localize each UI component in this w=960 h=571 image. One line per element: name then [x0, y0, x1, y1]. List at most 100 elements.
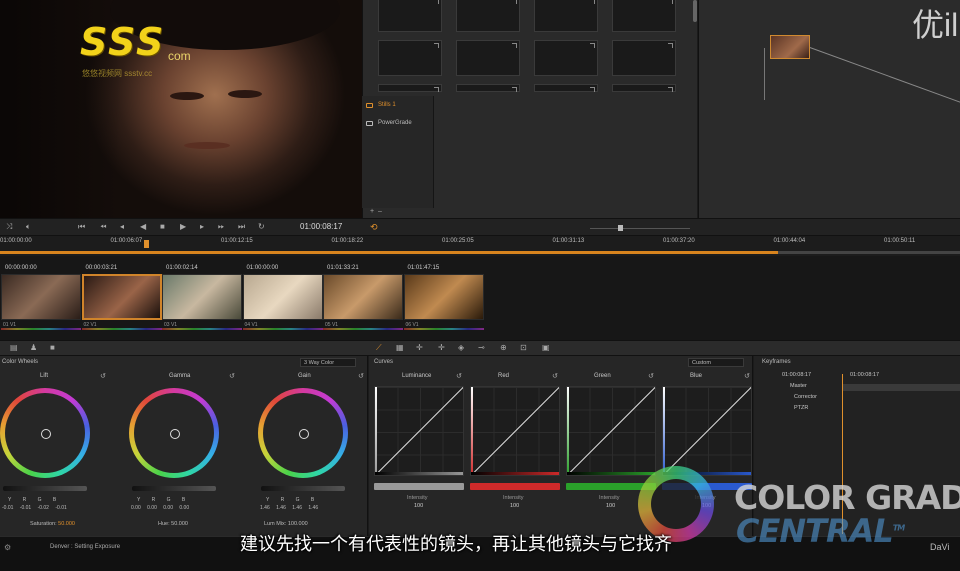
saturation-readout[interactable]: Saturation: 50.000	[30, 521, 75, 527]
save-icon[interactable]: ▤	[10, 343, 18, 352]
user-icon[interactable]: ♟	[30, 343, 37, 352]
sizing-icon[interactable]: ⊕	[500, 343, 507, 352]
gallery-still[interactable]	[534, 40, 598, 76]
watermark-logo: SSS	[80, 20, 166, 64]
gallery-still[interactable]	[456, 84, 520, 92]
curves-mode-dropdown[interactable]: Custom	[688, 358, 744, 367]
clip-timecode: 01:00:02:14	[166, 265, 198, 271]
qualifier-icon[interactable]: ▦	[396, 343, 404, 352]
gallery-zoom-knob[interactable]	[618, 225, 623, 231]
curve-graph-luminance[interactable]	[374, 386, 464, 476]
gallery-scrollbar[interactable]	[693, 0, 697, 22]
curve-reset-icon[interactable]: ↺	[648, 372, 654, 380]
lum-mix-value: 100.000	[287, 521, 308, 527]
curves-tool-icon[interactable]: ⟋	[376, 343, 382, 353]
wheel-channel-labels: Y R G B	[8, 497, 62, 503]
curve-reset-icon[interactable]: ↺	[744, 372, 750, 380]
color-wheel-gain[interactable]	[258, 388, 348, 478]
blur-icon[interactable]: ◈	[458, 343, 464, 352]
gallery-still[interactable]	[612, 0, 676, 32]
color-wheel-gamma[interactable]	[129, 388, 219, 478]
gallery-still[interactable]	[378, 84, 442, 92]
wheel-channel-values: 1.46 1.46 1.46 1.46	[260, 505, 319, 511]
ruler-tick-label: 01:00:31:13	[552, 238, 585, 244]
next-frame-icon[interactable]: ⏩︎	[218, 222, 224, 232]
clip-thumbnail[interactable]	[162, 274, 242, 320]
wheel-reset-icon[interactable]: ↺	[358, 372, 364, 380]
node-01[interactable]	[770, 35, 810, 59]
wheels-mode-dropdown[interactable]: 3 Way Color	[300, 358, 356, 367]
wheel-reset-icon[interactable]: ↺	[229, 372, 235, 380]
keyframe-icon[interactable]: ▣	[542, 343, 550, 352]
loop-icon[interactable]: ⤨	[6, 222, 12, 232]
keyframes-row-corrector[interactable]: Corrector	[794, 394, 817, 400]
window-icon[interactable]: ✛	[416, 343, 423, 352]
clip-thumbnail[interactable]	[81, 274, 162, 320]
gallery-zoom-slider[interactable]	[590, 228, 690, 229]
gallery-still[interactable]	[612, 40, 676, 76]
step-forward-icon[interactable]: ▸	[200, 222, 204, 231]
curve-graph-blue[interactable]	[662, 386, 752, 476]
curve-line	[375, 387, 463, 475]
gallery-still[interactable]	[534, 84, 598, 92]
prev-frame-icon[interactable]: ⏪︎	[100, 222, 106, 232]
curve-reset-icon[interactable]: ↺	[552, 372, 558, 380]
intensity-label: Intensity	[503, 495, 524, 501]
gallery-toggle-icon[interactable]: ⟲	[370, 222, 378, 233]
gallery-still[interactable]	[378, 40, 442, 76]
album-powergrade[interactable]: PowerGrade	[366, 120, 412, 126]
reverse-icon[interactable]: ◀︎	[140, 222, 146, 231]
intensity-slider-red[interactable]	[470, 483, 560, 490]
ruler-tick-label: 01:00:44:04	[773, 238, 806, 244]
clip-thumbnail[interactable]	[242, 274, 323, 320]
keyframes-row-master[interactable]: Master	[790, 383, 807, 389]
playhead[interactable]	[144, 240, 149, 248]
tracker-icon[interactable]: ✛	[438, 343, 445, 352]
keyframes-timecode-right: 01:00:08:17	[850, 372, 880, 378]
curve-axis-gradient	[471, 387, 473, 475]
skip-start-icon[interactable]: ⏮︎	[78, 222, 85, 232]
clip-thumbnail[interactable]	[1, 274, 81, 320]
intensity-label: Intensity	[407, 495, 428, 501]
settings-icon[interactable]: ⚙	[4, 543, 11, 552]
gallery-still[interactable]	[612, 84, 676, 92]
wheel-master-slider[interactable]	[132, 486, 216, 491]
gallery-still[interactable]	[534, 0, 598, 32]
timeline-progress-rest[interactable]	[777, 251, 960, 254]
lum-mix-readout[interactable]: Lum Mix: 100.000	[264, 521, 308, 527]
intensity-slider-luminance[interactable]	[374, 483, 464, 490]
play-icon[interactable]: ▶︎	[180, 222, 186, 231]
watermark-logo-sub: 悠悠视频网 ssstv.cc	[82, 69, 153, 78]
gallery-still[interactable]	[456, 0, 520, 32]
clip-color-bar	[403, 328, 484, 330]
add-album-icon[interactable]: + –	[370, 208, 382, 215]
wheel-master-slider[interactable]	[3, 486, 87, 491]
curve-graph-green[interactable]	[566, 386, 656, 476]
clip-thumbnail[interactable]	[403, 274, 484, 320]
timeline-progress[interactable]	[0, 251, 778, 254]
gallery-still[interactable]	[456, 40, 520, 76]
audio-icon[interactable]: 🔈︎	[26, 222, 31, 232]
keyframes-row-ptzr[interactable]: PTZR	[794, 405, 808, 411]
wheel-channel-values: 0.00 0.00 0.00 0.00	[131, 505, 190, 511]
curve-reset-icon[interactable]: ↺	[456, 372, 462, 380]
wheel-reset-icon[interactable]: ↺	[100, 372, 106, 380]
stop-icon[interactable]: ■	[160, 222, 165, 231]
3d-icon[interactable]: ⊡	[520, 343, 527, 352]
album-stills-1[interactable]: Stills 1	[366, 102, 396, 108]
clip-thumbnail[interactable]	[323, 274, 403, 320]
gallery-still[interactable]	[378, 0, 442, 32]
wheel-master-slider[interactable]	[261, 486, 345, 491]
viewer-frame-eye-left	[170, 92, 204, 100]
skip-end-icon[interactable]: ⏭︎	[238, 222, 245, 232]
key-icon[interactable]: ⊸	[478, 343, 485, 352]
loop-play-icon[interactable]: ↻	[258, 222, 265, 231]
step-back-icon[interactable]: ◂	[120, 222, 124, 231]
camera-icon[interactable]: ■	[50, 343, 55, 352]
color-wheel-lift[interactable]	[0, 388, 90, 478]
hue-readout[interactable]: Hue: 50.000	[158, 521, 188, 527]
curve-graph-red[interactable]	[470, 386, 560, 476]
clip-color-bar	[242, 328, 323, 330]
keyframes-master-track[interactable]	[842, 384, 960, 391]
watermark-top-text: 优il	[912, 7, 959, 43]
